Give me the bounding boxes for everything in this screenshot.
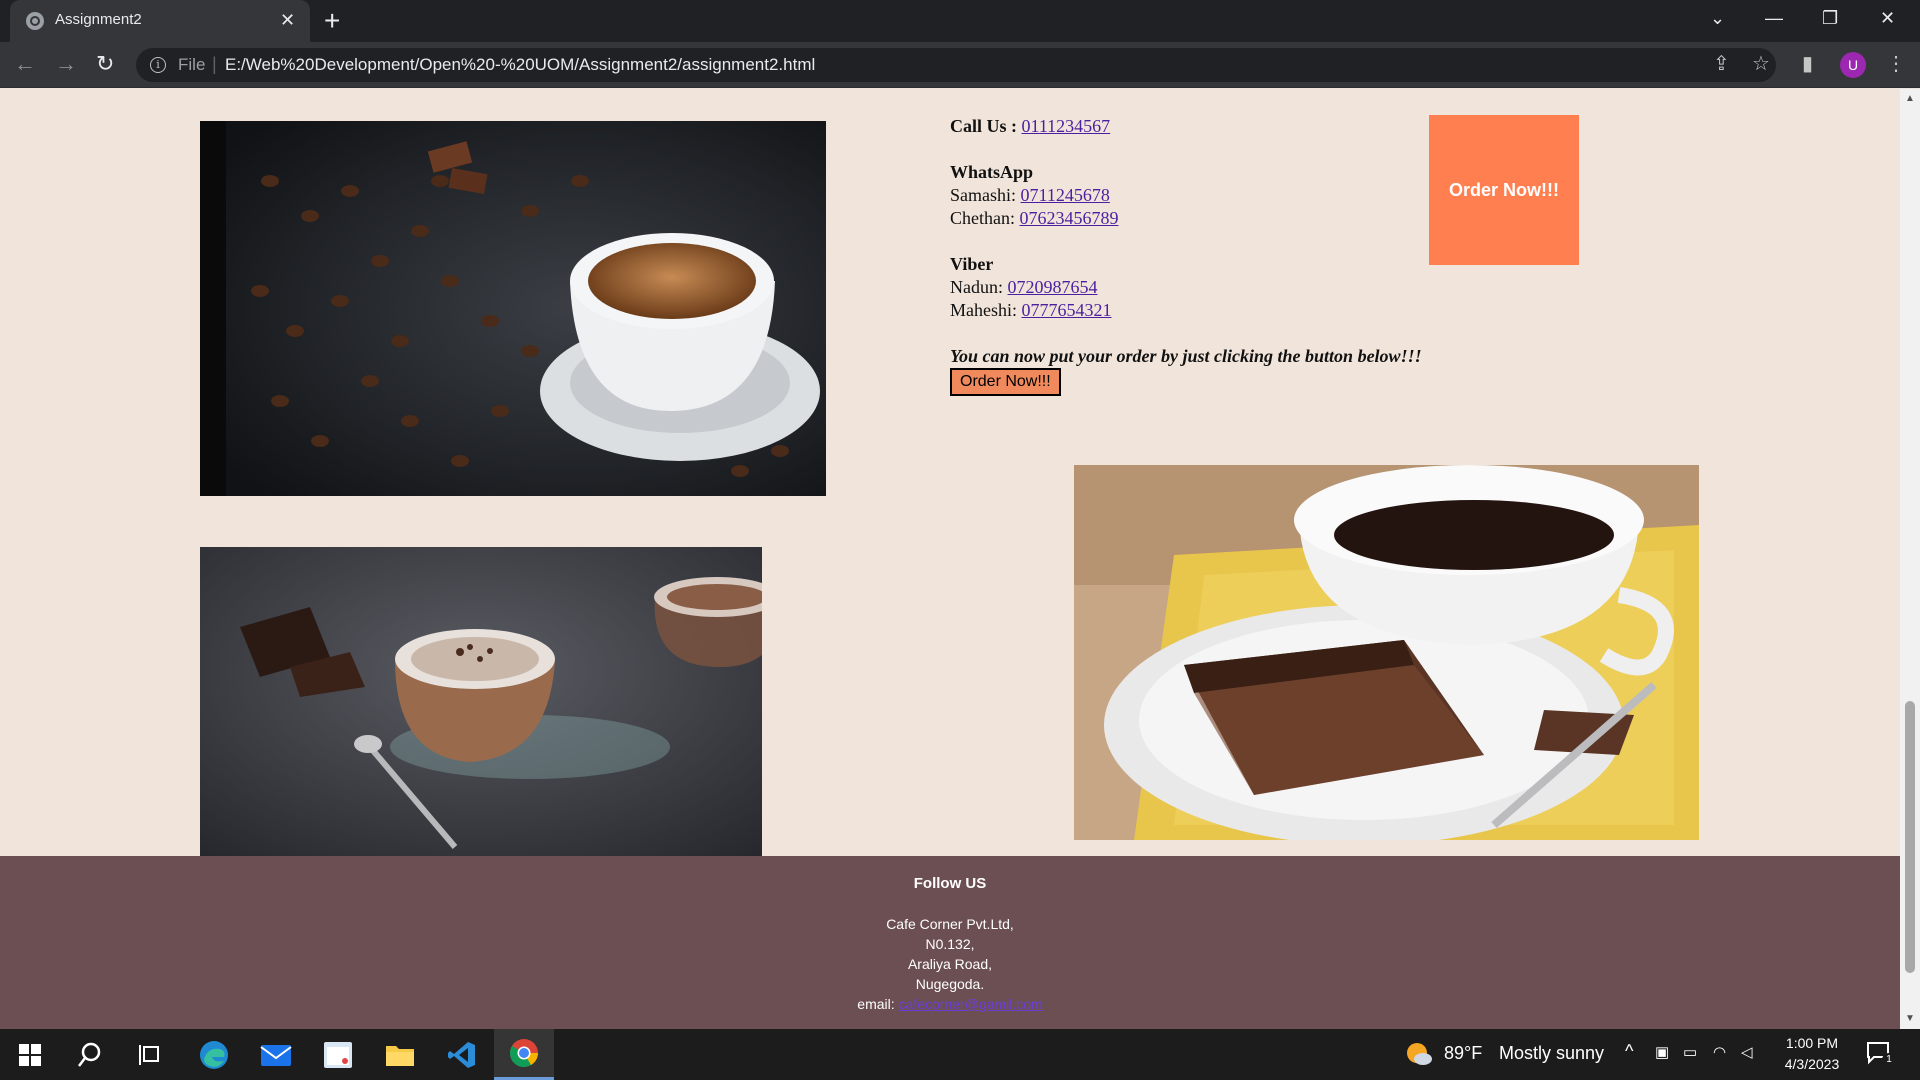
- back-icon[interactable]: ←: [14, 50, 36, 78]
- address-line: Nugegoda.: [915, 976, 985, 992]
- contact-name: Maheshi:: [950, 300, 1017, 320]
- volume-icon[interactable]: ◁: [1741, 1043, 1753, 1061]
- task-view-button[interactable]: [122, 1029, 178, 1080]
- clock-time: 1:00 PM: [1785, 1035, 1839, 1051]
- browser-toolbar: ← → ↻ i File | E:/Web%20Development/Open…: [0, 42, 1920, 88]
- task-view-icon: [139, 1044, 159, 1065]
- email-line: email: cafecorner@gamil.com: [0, 994, 1900, 1014]
- taskbar-file-explorer[interactable]: [372, 1029, 428, 1080]
- battery-icon[interactable]: ▭: [1683, 1043, 1697, 1061]
- phone-link[interactable]: 07623456789: [1020, 208, 1119, 228]
- coffee-beans-photo: [200, 121, 826, 496]
- call-us-number-link[interactable]: 0111234567: [1022, 116, 1111, 136]
- address-line: Araliya Road,: [907, 956, 993, 972]
- windows-logo-icon: [19, 1043, 41, 1066]
- chrome-icon: [510, 1039, 538, 1068]
- menu-icon[interactable]: ⋮: [1886, 52, 1906, 76]
- browser-titlebar: Assignment2 ✕ + ⌄ — ❐ ✕: [0, 0, 1920, 42]
- order-promo-text: You can now put your order by just click…: [950, 346, 1422, 366]
- info-icon[interactable]: i: [150, 57, 166, 73]
- browser-tab[interactable]: Assignment2 ✕: [10, 0, 310, 42]
- viber-contact-nadun: Nadun: 0720987654: [950, 276, 1550, 299]
- email-link[interactable]: cafecorner@gamil.com: [899, 996, 1043, 1012]
- taskbar-chrome[interactable]: [494, 1029, 554, 1080]
- email-label: email:: [857, 996, 895, 1012]
- edge-icon: [200, 1040, 228, 1069]
- restore-icon[interactable]: ❐: [1822, 6, 1838, 30]
- globe-icon: [26, 12, 44, 30]
- search-button[interactable]: [62, 1029, 118, 1080]
- page-footer: Follow US Cafe Corner Pvt.Ltd, N0.132, A…: [0, 856, 1900, 1029]
- wifi-icon[interactable]: ◠: [1713, 1043, 1726, 1061]
- contact-name: Nadun:: [950, 277, 1003, 297]
- weather-description: Mostly sunny: [1499, 1043, 1605, 1063]
- close-window-icon[interactable]: ✕: [1880, 6, 1895, 30]
- weather-temperature: 89°F: [1444, 1043, 1483, 1063]
- scroll-down-arrow-icon[interactable]: ▼: [1905, 1013, 1915, 1024]
- vscode-icon: [448, 1041, 475, 1068]
- company-address: Cafe Corner Pvt.Ltd, N0.132, Araliya Roa…: [0, 914, 1900, 1014]
- contact-name: Samashi:: [950, 185, 1016, 205]
- tab-title: Assignment2: [55, 11, 142, 28]
- side-panel-icon[interactable]: ▮: [1802, 52, 1813, 76]
- share-icon[interactable]: ⇪: [1713, 52, 1730, 76]
- folder-icon: [386, 1045, 414, 1066]
- tab-close-icon[interactable]: ✕: [280, 9, 295, 31]
- reload-icon[interactable]: ↻: [96, 50, 114, 78]
- show-hidden-icons-chevron-icon[interactable]: ^: [1625, 1041, 1633, 1062]
- address-bar[interactable]: i File | E:/Web%20Development/Open%20-%2…: [136, 48, 1776, 82]
- weather-sun-cloud-icon: [1407, 1043, 1432, 1065]
- address-line: N0.132,: [925, 936, 975, 952]
- profile-avatar[interactable]: U: [1840, 52, 1866, 78]
- mail-icon: [260, 1044, 292, 1066]
- notification-center[interactable]: 1: [1866, 1041, 1896, 1067]
- forward-icon[interactable]: →: [55, 50, 77, 78]
- url-scheme: File: [178, 55, 206, 74]
- contact-name: Chethan:: [950, 208, 1015, 228]
- url-text[interactable]: E:/Web%20Development/Open%20-%20UOM/Assi…: [225, 55, 815, 75]
- viber-heading: Viber: [950, 254, 994, 274]
- taskbar-mail[interactable]: [248, 1029, 304, 1080]
- page-scrollbar[interactable]: ▲ ▼: [1900, 89, 1920, 1029]
- order-now-button-large[interactable]: Order Now!!!: [1429, 115, 1579, 265]
- minimize-icon[interactable]: —: [1765, 6, 1783, 30]
- taskbar-clock[interactable]: 1:00 PM 4/3/2023: [1772, 1033, 1852, 1075]
- notification-count-badge: 1: [1882, 1053, 1896, 1067]
- meet-now-icon[interactable]: ▣: [1655, 1043, 1669, 1061]
- order-now-button-small[interactable]: Order Now!!!: [950, 368, 1061, 396]
- tab-search-icon[interactable]: ⌄: [1710, 6, 1725, 30]
- bookmark-star-icon[interactable]: ☆: [1752, 52, 1770, 76]
- address-line: Cafe Corner Pvt.Ltd,: [886, 916, 1014, 932]
- url-separator: |: [212, 54, 217, 74]
- viber-contact-maheshi: Maheshi: 0777654321: [950, 299, 1550, 322]
- cappuccino-photo: [200, 547, 762, 856]
- page-viewport: Call Us : 0111234567 WhatsApp Samashi: 0…: [0, 89, 1900, 1029]
- phone-link[interactable]: 0777654321: [1022, 300, 1112, 320]
- windows-taskbar: 89°F Mostly sunny ^ ▣ ▭ ◠ ◁ 1:00 PM 4/3/…: [0, 1029, 1920, 1080]
- follow-us-heading: Follow US: [913, 875, 987, 892]
- scroll-up-arrow-icon[interactable]: ▲: [1905, 93, 1915, 104]
- coffee-brownie-photo: [1074, 465, 1699, 840]
- taskbar-edge[interactable]: [186, 1029, 242, 1080]
- scrollbar-thumb[interactable]: [1905, 701, 1915, 973]
- call-us-label: Call Us :: [950, 116, 1017, 136]
- taskbar-app[interactable]: [310, 1029, 366, 1080]
- start-button[interactable]: [2, 1029, 58, 1080]
- phone-link[interactable]: 0720987654: [1008, 277, 1098, 297]
- search-icon: [78, 1042, 101, 1067]
- app-window-icon: [324, 1041, 352, 1068]
- new-tab-button[interactable]: +: [324, 6, 340, 36]
- whatsapp-heading: WhatsApp: [950, 162, 1034, 182]
- phone-link[interactable]: 0711245678: [1021, 185, 1110, 205]
- clock-date: 4/3/2023: [1784, 1056, 1840, 1072]
- taskbar-vscode[interactable]: [434, 1029, 490, 1080]
